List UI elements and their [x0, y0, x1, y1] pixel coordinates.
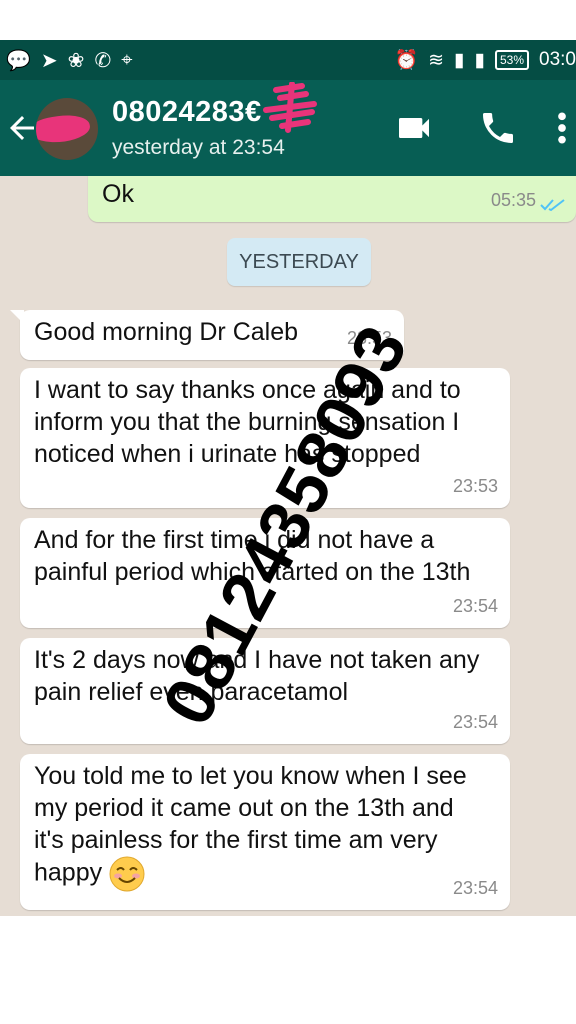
message-text: And for the first time i did not have a …	[34, 526, 471, 586]
message-text: It's 2 days now and I have not taken any…	[34, 646, 480, 706]
phone-icon[interactable]	[478, 108, 518, 148]
status-bar: 💬 ➤ ❀ ✆ ⌖ ⏰ ≋ ▮ ▮ 53% 03:0	[0, 40, 576, 80]
location-icon: ⌖	[121, 48, 133, 71]
telegram-icon: ➤	[40, 49, 58, 72]
top-margin	[0, 0, 576, 40]
message-bubble-incoming[interactable]: I want to say thanks once again and to i…	[20, 368, 510, 508]
message-text: I want to say thanks once again and to i…	[34, 376, 461, 468]
message-bubble-outgoing[interactable]: Ok 05:35	[88, 176, 576, 222]
clock: 03:0	[539, 49, 576, 70]
message-time: 05:35	[490, 190, 536, 210]
message-time: 23:53	[346, 328, 392, 348]
more-vert-icon[interactable]	[548, 108, 576, 148]
read-ticks-icon	[540, 199, 565, 212]
alarm-icon: ⏰	[394, 50, 419, 71]
message-time: 23:54	[452, 596, 498, 616]
message-time: 23:54	[452, 712, 498, 732]
bubble-tail	[10, 310, 24, 324]
battery-indicator: 53%	[494, 50, 530, 70]
chat-header: 08024283€ yesterday at 23:54	[0, 80, 576, 176]
signal-icon-2: ▮	[474, 49, 485, 71]
contact-name[interactable]: 08024283€	[112, 96, 262, 129]
redaction-scribble-icon	[263, 82, 317, 133]
message-time: 23:54	[452, 878, 498, 898]
date-separator: YESTERDAY	[227, 238, 371, 286]
message-bubble-incoming[interactable]: You told me to let you know when I see m…	[20, 754, 510, 910]
smiling-emoji-icon	[109, 856, 145, 892]
message-bubble-incoming[interactable]: And for the first time i did not have a …	[20, 518, 510, 628]
notification-icons: 💬 ➤ ❀ ✆ ⌖	[0, 48, 132, 73]
app-icon: ❀	[67, 49, 85, 72]
message-time: 23:53	[452, 476, 498, 496]
message-bubble-incoming[interactable]: Good morning Dr Caleb 23:53	[10, 310, 404, 360]
message-text: Good morning Dr Caleb	[34, 318, 299, 346]
system-icons: ⏰ ≋ ▮ ▮ 53% 03:0	[394, 48, 576, 72]
wifi-icon: ≋	[428, 49, 445, 71]
back-arrow-icon[interactable]	[4, 110, 40, 146]
video-call-icon[interactable]	[394, 108, 434, 148]
signal-icon: ▮	[454, 49, 465, 71]
bottom-margin	[0, 916, 576, 1024]
message-text: Ok	[102, 180, 134, 208]
last-seen: yesterday at 23:54	[112, 136, 285, 159]
redaction-scribble	[36, 111, 92, 147]
message-icon: 💬	[6, 49, 31, 72]
message-text: You told me to let you know when I see m…	[34, 762, 467, 887]
chat-area: Ok 05:35 YESTERDAY Good morning Dr Caleb…	[0, 176, 576, 916]
whatsapp-icon: ✆	[94, 49, 112, 72]
avatar[interactable]	[36, 98, 98, 160]
message-bubble-incoming[interactable]: It's 2 days now and I have not taken any…	[20, 638, 510, 744]
